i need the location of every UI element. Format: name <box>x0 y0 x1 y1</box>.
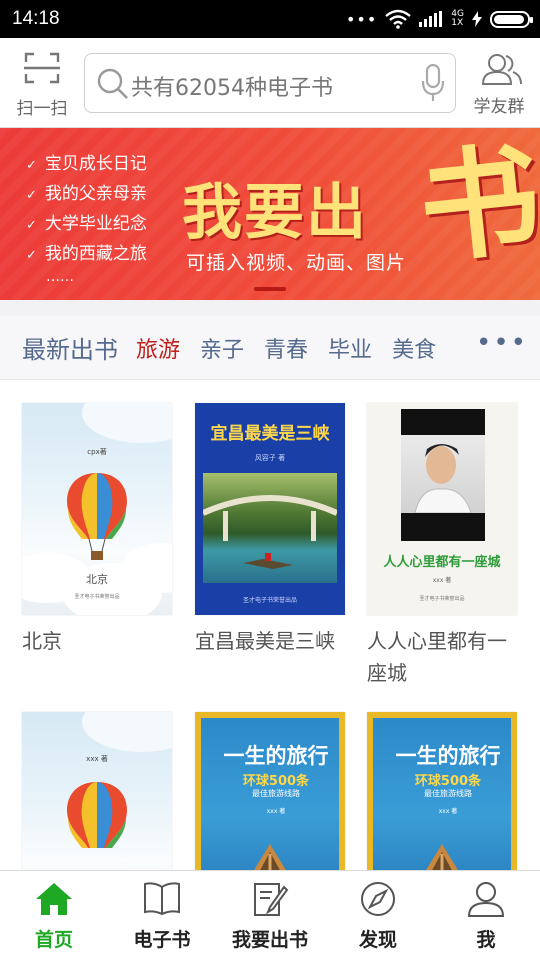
book-card[interactable]: 宜昌最美是三峡 风容子 著 圣才电子书荣誉出品 宜昌最美是三峡 <box>195 403 345 657</box>
nav-discover[interactable]: 发现 <box>324 871 432 960</box>
section-divider <box>0 300 540 316</box>
cover-name: 北京 <box>86 573 108 586</box>
book-card[interactable]: cpx著 北京 圣才电子书荣誉出品 北京 <box>22 403 172 657</box>
cover-publisher: 圣才电子书荣誉出品 <box>419 596 465 602</box>
signal-icon <box>419 11 443 27</box>
study-group-label: 学友群 <box>473 97 525 117</box>
book-title[interactable]: 北京 <box>22 625 172 657</box>
study-group-button[interactable]: 学友群 <box>464 52 534 117</box>
write-icon <box>254 883 289 916</box>
network-sub-label: 1X <box>451 18 464 28</box>
category-tabs: 最新出书 旅游 亲子 青春 毕业 美食 ••• <box>0 316 540 380</box>
scan-button[interactable]: 扫一扫 <box>8 52 76 119</box>
hot-air-balloon-image <box>67 473 127 560</box>
status-bar: 14:18 ••• 4G 1X <box>0 0 540 38</box>
cover-title: 一生的旅行 <box>395 744 501 768</box>
banner-list-item: 我的西藏之旅 <box>26 240 147 270</box>
wifi-icon <box>385 9 412 29</box>
banner-list-item: 宝贝成长日记 <box>26 150 147 180</box>
bottom-nav: 首页 电子书 我要出书 发现 我 <box>0 870 540 960</box>
book-icon <box>144 882 180 916</box>
book-card[interactable]: 一生的旅行 环球500条 最佳旅游线路 xxx 著 <box>367 712 517 870</box>
book-cover[interactable]: 宜昌最美是三峡 风容子 著 圣才电子书荣誉出品 <box>195 403 345 615</box>
cover-author: xxx 著 <box>266 808 286 815</box>
battery-fill <box>494 14 525 24</box>
book-cover[interactable]: cpx著 北京 圣才电子书荣誉出品 <box>22 403 172 615</box>
microphone-icon[interactable] <box>421 64 445 102</box>
cover-subtitle-2: 最佳旅游线路 <box>424 789 472 798</box>
nav-label: 我要出书 <box>231 929 308 951</box>
banner-list-item: 我的父亲母亲 <box>26 180 147 210</box>
scan-label: 扫一扫 <box>16 99 68 119</box>
search-placeholder: 共有62054种电子书 <box>131 76 333 101</box>
nav-ebooks[interactable]: 电子书 <box>108 871 216 960</box>
hot-air-balloon-image <box>67 782 127 848</box>
tab-graduation[interactable]: 毕业 <box>328 332 372 364</box>
book-cover[interactable]: 一生的旅行 环球500条 最佳旅游线路 xxx 著 <box>367 712 517 870</box>
book-grid: cpx著 北京 圣才电子书荣誉出品 北京 宜昌最美是三峡 风容子 著 圣才电子书… <box>0 380 540 870</box>
group-icon <box>481 54 522 85</box>
nav-me[interactable]: 我 <box>432 871 540 960</box>
tab-food[interactable]: 美食 <box>392 332 436 364</box>
nav-label: 发现 <box>358 929 397 951</box>
book-card[interactable]: 人人心里都有一座城 xxx 著 圣才电子书荣誉出品 人人心里都有一座城 <box>367 403 517 689</box>
charging-icon <box>472 11 482 27</box>
banner-list: 宝贝成长日记 我的父亲母亲 大学毕业纪念 我的西藏之旅 …… <box>26 150 147 284</box>
cover-title: 人人心里都有一座城 <box>383 555 501 570</box>
river-gorge-image <box>201 473 339 583</box>
cover-author: xxx 著 <box>438 808 458 815</box>
cover-title: 一生的旅行 <box>223 744 329 768</box>
search-icon <box>97 68 128 99</box>
nav-label: 我 <box>476 929 496 951</box>
header: 扫一扫 共有62054种电子书 学友群 <box>0 38 540 128</box>
user-icon <box>467 882 505 917</box>
network-type: 4G 1X <box>451 10 464 28</box>
status-icons: ••• 4G 1X <box>345 9 533 29</box>
book-cover[interactable]: 人人心里都有一座城 xxx 著 圣才电子书荣誉出品 <box>367 403 517 615</box>
scan-icon <box>24 52 60 84</box>
book-cover[interactable]: 一生的旅行 环球500条 最佳旅游线路 xxx 著 <box>195 712 345 870</box>
banner-title-big: 书 <box>412 128 540 281</box>
nav-publish[interactable]: 我要出书 <box>216 871 324 960</box>
nav-home[interactable]: 首页 <box>0 871 108 960</box>
more-dots-icon: ••• <box>345 9 378 29</box>
status-time: 14:18 <box>12 8 60 29</box>
cover-publisher: 圣才电子书荣誉出品 <box>242 597 297 604</box>
book-title[interactable]: 宜昌最美是三峡 <box>195 625 345 657</box>
cover-subtitle: 环球500条 <box>414 774 482 789</box>
cover-subtitle-2: 最佳旅游线路 <box>252 789 300 798</box>
home-icon <box>36 883 72 915</box>
banner-list-more: …… <box>46 269 74 285</box>
compass-icon <box>361 882 395 916</box>
book-card[interactable]: xxx 著 <box>22 712 172 870</box>
tab-youth[interactable]: 青春 <box>264 332 308 364</box>
book-cover[interactable]: xxx 著 <box>22 712 172 870</box>
cover-title: 宜昌最美是三峡 <box>210 424 330 444</box>
cover-publisher: 圣才电子书荣誉出品 <box>74 594 120 600</box>
battery-icon <box>490 10 533 28</box>
nav-label: 首页 <box>34 929 73 951</box>
nav-label: 电子书 <box>133 929 191 951</box>
search-input[interactable]: 共有62054种电子书 <box>84 53 456 113</box>
more-categories-button[interactable]: ••• <box>476 330 528 356</box>
book-title[interactable]: 人人心里都有一座城 <box>367 625 517 689</box>
banner-title: 我要出 <box>182 178 368 248</box>
promo-banner[interactable]: 宝贝成长日记 我的父亲母亲 大学毕业纪念 我的西藏之旅 …… 我要出 书 可插入… <box>0 128 540 300</box>
banner-list-item: 大学毕业纪念 <box>26 210 147 240</box>
banner-page-indicator <box>254 287 286 291</box>
cover-author: xxx 著 <box>432 577 452 584</box>
portrait-image <box>401 435 485 514</box>
latest-books-heading[interactable]: 最新出书 <box>22 330 118 365</box>
cover-author: cpx著 <box>87 448 107 456</box>
tab-travel[interactable]: 旅游 <box>136 332 180 364</box>
tab-parenting[interactable]: 亲子 <box>200 332 244 364</box>
cover-author: 风容子 著 <box>254 454 286 462</box>
cover-author: xxx 著 <box>86 755 108 763</box>
book-card[interactable]: 一生的旅行 环球500条 最佳旅游线路 xxx 著 <box>195 712 345 870</box>
banner-subtitle: 可插入视频、动画、图片 <box>186 252 407 274</box>
cover-subtitle: 环球500条 <box>242 774 310 789</box>
